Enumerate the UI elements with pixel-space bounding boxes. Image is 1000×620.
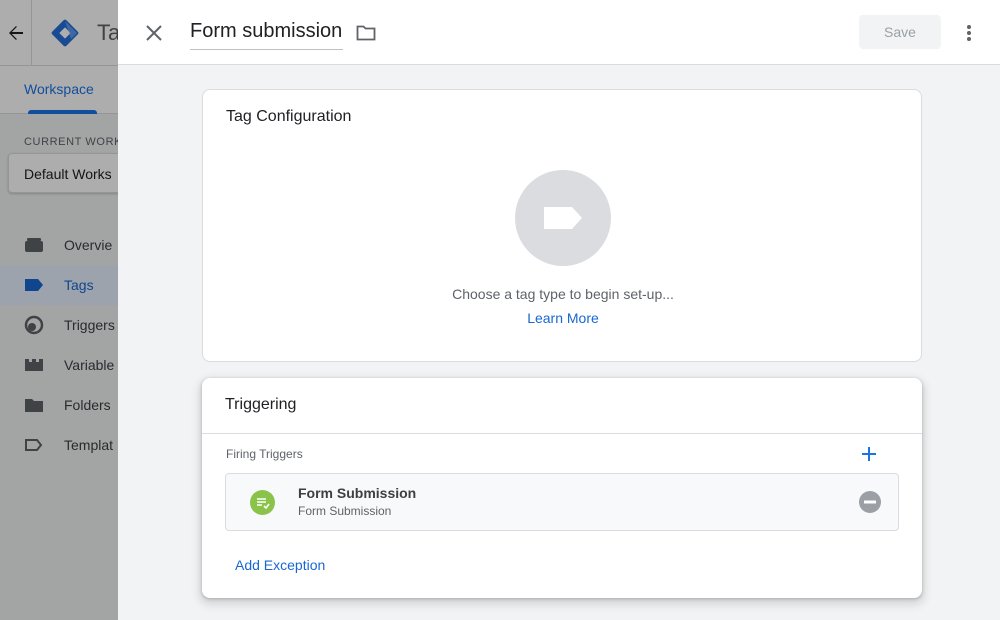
firing-triggers-label: Firing Triggers: [226, 447, 303, 461]
tag-type-hint: Choose a tag type to begin set-up...: [452, 286, 674, 302]
learn-more-link[interactable]: Learn More: [203, 310, 923, 326]
folder-button[interactable]: [355, 22, 377, 44]
trigger-row-form-submission[interactable]: Form Submission Form Submission: [225, 473, 899, 531]
form-submission-trigger-icon: [250, 490, 275, 515]
close-button[interactable]: [140, 19, 168, 47]
add-trigger-button[interactable]: [858, 443, 880, 465]
tag-name-field[interactable]: Form submission: [190, 20, 343, 50]
triggering-title: Triggering: [225, 396, 297, 413]
plus-icon: [862, 447, 876, 461]
save-button[interactable]: Save: [859, 15, 941, 49]
tag-configuration-card[interactable]: Tag Configuration Choose a tag type to b…: [202, 89, 922, 362]
panel-header: Form submission Save: [118, 0, 1000, 65]
minus-icon: [864, 500, 876, 504]
folder-outline-icon: [356, 25, 376, 41]
tag-configuration-title: Tag Configuration: [226, 108, 352, 125]
add-exception-link[interactable]: Add Exception: [235, 557, 325, 573]
tag-icon: [544, 207, 582, 229]
trigger-name: Form Submission: [298, 485, 417, 501]
triggering-card: Triggering Firing Triggers Form Submissi…: [202, 378, 922, 598]
close-icon: [146, 25, 162, 41]
choose-tag-type-button[interactable]: [515, 170, 611, 266]
trigger-type: Form Submission: [298, 504, 392, 518]
more-options-button[interactable]: [958, 19, 980, 47]
remove-trigger-button[interactable]: [859, 491, 881, 513]
more-vert-icon: [967, 25, 971, 41]
divider: [202, 433, 922, 434]
